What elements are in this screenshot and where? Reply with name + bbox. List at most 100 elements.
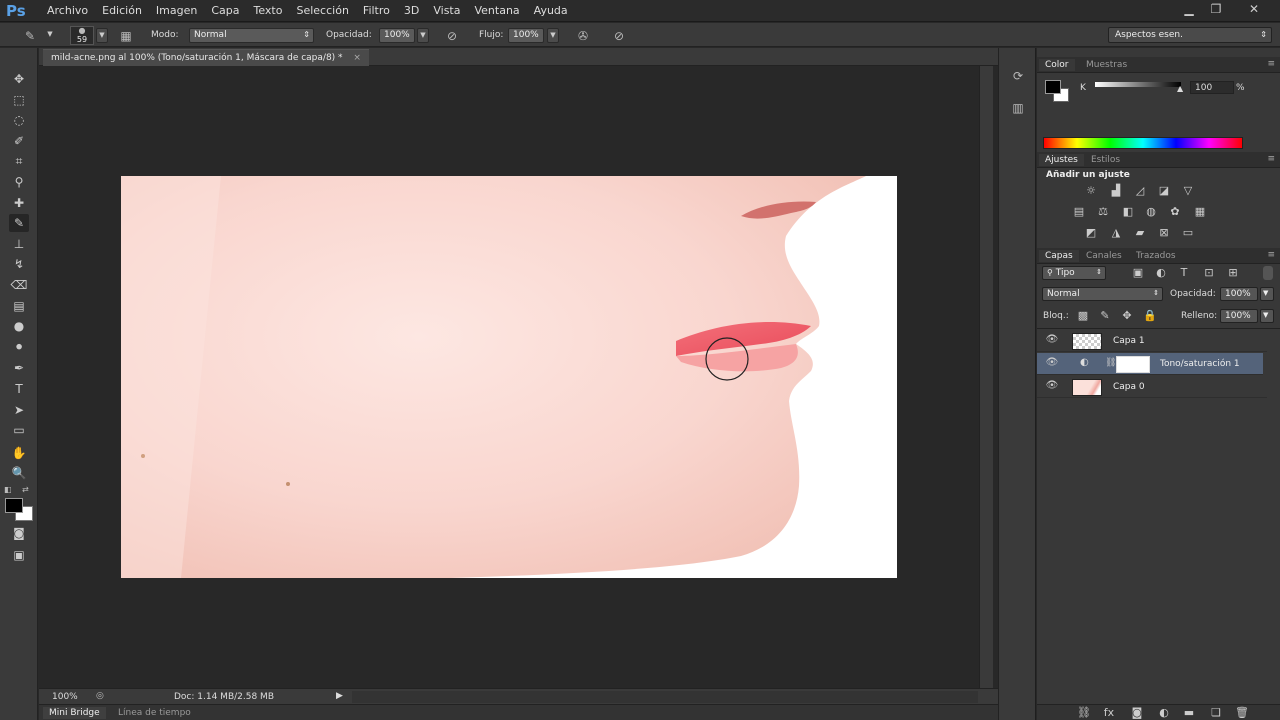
healing-brush-tool-icon[interactable]: ✚ (9, 194, 29, 212)
zoom-level[interactable]: 100% (52, 692, 78, 702)
brush-size-picker[interactable]: ● 59 (70, 26, 94, 45)
tab-layers[interactable]: Capas (1039, 250, 1079, 262)
eye-icon[interactable]: 👁 (1045, 357, 1059, 371)
menu-vista[interactable]: Vista (426, 4, 467, 17)
tab-paths[interactable]: Trazados (1130, 250, 1182, 262)
invert-icon[interactable]: ◩ (1082, 226, 1100, 240)
layer-row[interactable]: 👁 Capa 0 (1037, 376, 1267, 398)
zoom-tool-icon[interactable]: 🔍 (9, 464, 29, 482)
selective-color-icon[interactable]: ⊠ (1155, 226, 1173, 240)
swap-colors-icon[interactable]: ⇄ (22, 485, 29, 494)
filter-pixel-icon[interactable]: ▣ (1129, 266, 1147, 280)
filter-toggle[interactable] (1263, 266, 1273, 280)
slider-thumb-icon[interactable]: ▲ (1177, 84, 1183, 93)
dodge-tool-icon[interactable]: ⚫ (9, 338, 29, 356)
properties-panel-icon[interactable]: ▥ (1008, 98, 1028, 118)
link-icon[interactable]: ⛓ (1105, 358, 1116, 368)
layer-mask-thumbnail[interactable] (1116, 356, 1150, 373)
eyedropper-tool-icon[interactable]: ⚲ (9, 173, 29, 191)
eye-icon[interactable]: 👁 (1045, 334, 1059, 348)
layer-opacity-dropdown[interactable]: ▼ (1260, 287, 1274, 301)
levels-icon[interactable]: ▟ (1107, 184, 1125, 198)
screen-mode-icon[interactable]: ▣ (9, 546, 29, 564)
airbrush-icon[interactable]: ✇ (575, 28, 591, 44)
mode-select[interactable]: Normal ⇕ (189, 28, 314, 43)
trash-icon[interactable]: 🗑 (1233, 706, 1251, 720)
close-document-icon[interactable]: × (353, 53, 361, 63)
marquee-tool-icon[interactable]: ⬚ (9, 91, 29, 109)
blur-tool-icon[interactable]: ● (9, 317, 29, 335)
tab-timeline[interactable]: Línea de tiempo (112, 707, 197, 719)
link-layers-icon[interactable]: ⛓ (1075, 706, 1093, 720)
gradient-tool-icon[interactable]: ▤ (9, 297, 29, 315)
layer-filter-select[interactable]: ⚲ Tipo ⇕ (1042, 266, 1106, 280)
lock-transparency-icon[interactable]: ▩ (1074, 309, 1092, 323)
brush-preset-icon[interactable]: ✎ (22, 28, 38, 44)
lock-all-icon[interactable]: 🔒 (1141, 309, 1159, 323)
blend-mode-select[interactable]: Normal ⇕ (1042, 287, 1163, 301)
menu-archivo[interactable]: Archivo (40, 4, 95, 17)
default-colors-icon[interactable]: ◧ (4, 485, 12, 494)
menu-ayuda[interactable]: Ayuda (527, 4, 575, 17)
layer-row[interactable]: 👁 Capa 1 (1037, 330, 1267, 352)
restore-button[interactable]: ❐ (1205, 2, 1227, 16)
minimize-button[interactable]: ▁ (1178, 2, 1200, 16)
move-tool-icon[interactable]: ✥ (9, 70, 29, 88)
color-balance-icon[interactable]: ⚖ (1094, 205, 1112, 219)
lasso-tool-icon[interactable]: ◌ (9, 111, 29, 129)
pressure-opacity-icon[interactable]: ⊘ (444, 28, 460, 44)
curves-icon[interactable]: ◿ (1131, 184, 1149, 198)
gradient-map-icon[interactable]: ▭ (1179, 226, 1197, 240)
menu-edicion[interactable]: Edición (95, 4, 149, 17)
tab-mini-bridge[interactable]: Mini Bridge (43, 707, 106, 719)
black-white-icon[interactable]: ◧ (1119, 205, 1137, 219)
path-selection-tool-icon[interactable]: ➤ (9, 401, 29, 419)
brightness-icon[interactable]: ☼ (1082, 184, 1100, 198)
new-layer-icon[interactable]: ❏ (1207, 706, 1225, 720)
add-mask-icon[interactable]: ◙ (1128, 706, 1146, 720)
status-menu-arrow-icon[interactable]: ▶ (336, 691, 343, 701)
menu-filtro[interactable]: Filtro (356, 4, 397, 17)
clone-stamp-tool-icon[interactable]: ⊥ (9, 235, 29, 253)
exposure-icon[interactable]: ◪ (1155, 184, 1173, 198)
tab-channels[interactable]: Canales (1080, 250, 1128, 262)
rectangle-tool-icon[interactable]: ▭ (9, 421, 29, 439)
k-slider-track[interactable] (1095, 82, 1181, 87)
pen-tool-icon[interactable]: ✒ (9, 359, 29, 377)
brush-panel-icon[interactable]: ▦ (118, 28, 134, 44)
foreground-color-swatch[interactable] (5, 498, 23, 513)
crop-tool-icon[interactable]: ⌗ (9, 152, 29, 170)
layer-opacity-input[interactable]: 100% (1220, 287, 1258, 301)
brush-preset-dropdown[interactable]: ▼ (44, 28, 56, 43)
filter-adjustment-icon[interactable]: ◐ (1152, 266, 1170, 280)
history-panel-icon[interactable]: ⟳ (1008, 66, 1028, 86)
tab-swatches[interactable]: Muestras (1080, 59, 1133, 71)
menu-seleccion[interactable]: Selección (289, 4, 355, 17)
filter-shape-icon[interactable]: ⊡ (1200, 266, 1218, 280)
tab-styles[interactable]: Estilos (1085, 154, 1126, 166)
menu-capa[interactable]: Capa (204, 4, 246, 17)
canvas-horizontal-scrollbar[interactable] (352, 691, 978, 703)
flow-dropdown[interactable]: ▼ (547, 28, 559, 43)
fill-dropdown[interactable]: ▼ (1260, 309, 1274, 323)
color-panel-foreground-swatch[interactable] (1045, 80, 1061, 94)
posterize-icon[interactable]: ◮ (1107, 226, 1125, 240)
opacity-input[interactable]: 100% (379, 28, 415, 43)
panel-menu-icon[interactable]: ≡ (1267, 154, 1275, 164)
quick-selection-tool-icon[interactable]: ✐ (9, 132, 29, 150)
flow-input[interactable]: 100% (508, 28, 544, 43)
workspace-select[interactable]: Aspectos esen. ⇕ (1108, 27, 1272, 43)
vibrance-icon[interactable]: ▽ (1179, 184, 1197, 198)
new-group-icon[interactable]: ▬ (1180, 706, 1198, 720)
pressure-size-icon[interactable]: ⊘ (611, 28, 627, 44)
filter-type-icon[interactable]: T (1175, 266, 1193, 280)
new-adjustment-icon[interactable]: ◐ (1155, 706, 1173, 720)
layer-style-icon[interactable]: fx (1100, 706, 1118, 720)
canvas-vertical-scrollbar[interactable] (979, 66, 993, 688)
menu-texto[interactable]: Texto (247, 4, 290, 17)
hand-tool-icon[interactable]: ✋ (9, 444, 29, 462)
filter-smart-object-icon[interactable]: ⊞ (1224, 266, 1242, 280)
fill-input[interactable]: 100% (1220, 309, 1258, 323)
hue-saturation-icon[interactable]: ▤ (1070, 205, 1088, 219)
history-brush-tool-icon[interactable]: ↯ (9, 255, 29, 273)
